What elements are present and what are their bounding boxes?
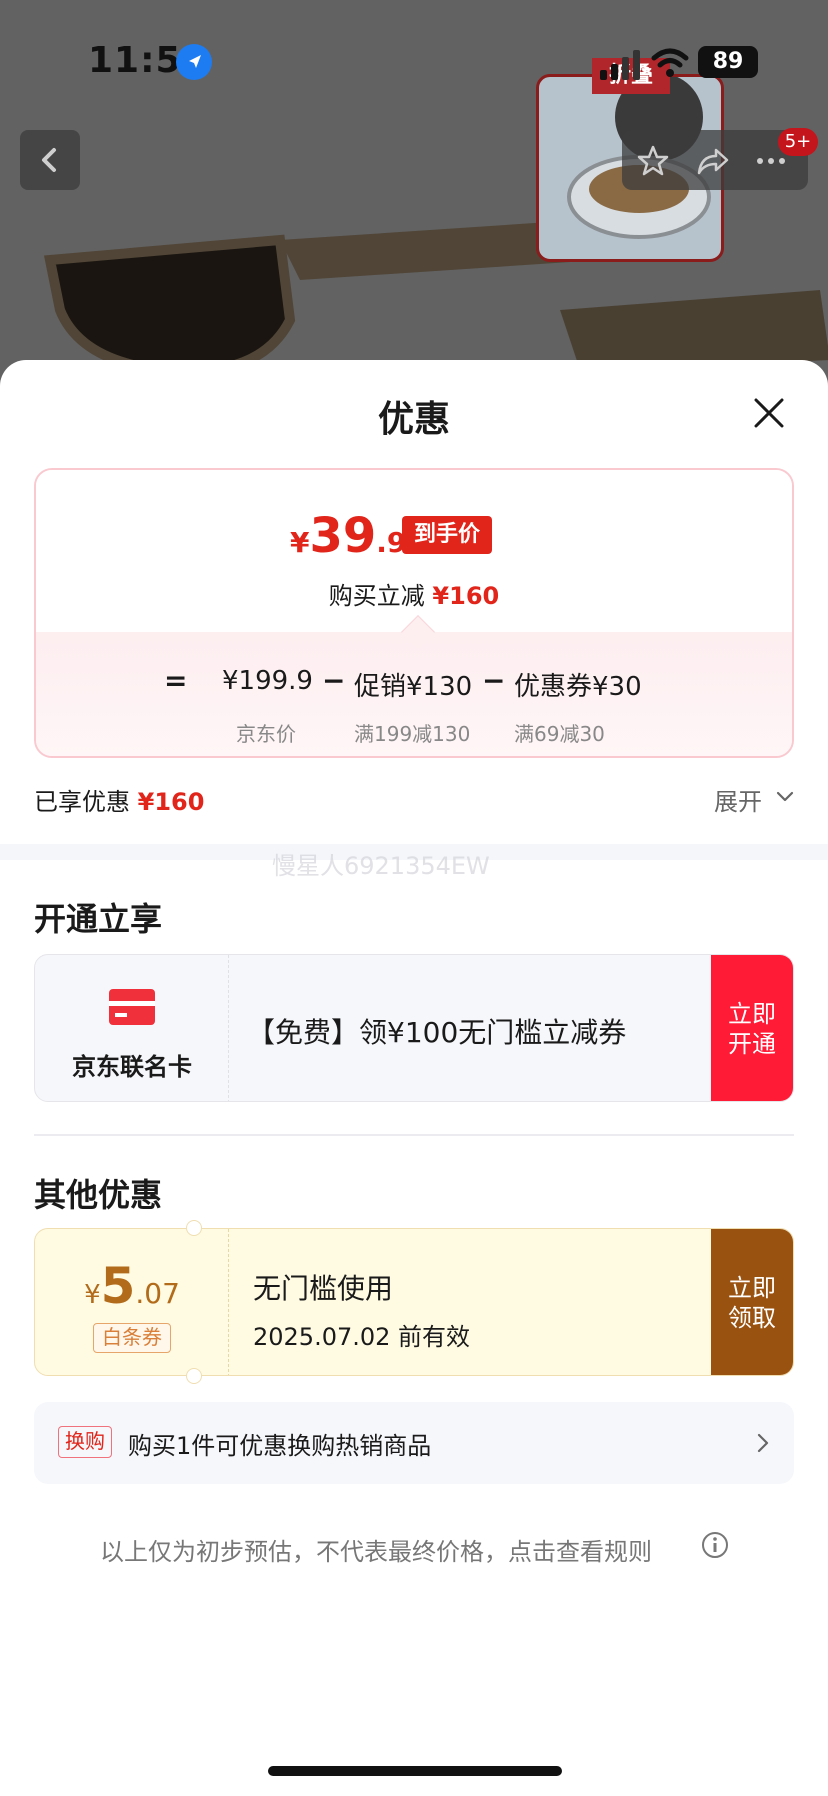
claim-now-line2: 领取 — [728, 1304, 776, 1332]
enjoyed-label: 已享优惠 — [34, 788, 130, 816]
co-brand-card-name: 京东联名卡 — [72, 1053, 192, 1081]
reduce-line: 购买立减 ¥160 — [36, 576, 792, 611]
coupon-currency: ¥ — [84, 1280, 101, 1310]
promo-rule: 满199减130 — [354, 722, 471, 746]
battery-icon: 89 — [698, 46, 758, 78]
exchange-text: 购买1件可优惠换购热销商品 — [128, 1432, 432, 1460]
exchange-tag: 换购 — [58, 1426, 112, 1458]
jd-price-value: ¥199.9 — [222, 666, 313, 696]
coupon-amount-block: ¥5.07 白条券 — [35, 1229, 229, 1375]
chevron-right-icon — [757, 1433, 769, 1453]
coupon-validity: 2025.07.02 前有效 — [253, 1323, 471, 1351]
share-icon[interactable] — [696, 144, 730, 178]
co-brand-card-offer[interactable]: 京东联名卡 【免费】领¥100无门槛立减券 立即 开通 — [34, 954, 794, 1102]
open-section-title: 开通立享 — [34, 900, 163, 938]
claim-now-line1: 立即 — [728, 1274, 776, 1302]
other-section-title: 其他优惠 — [34, 1176, 163, 1214]
equals-sign: = — [164, 664, 188, 697]
enjoyed-discount: 已享优惠 ¥160 — [34, 782, 204, 817]
coupon-decimal: .07 — [135, 1277, 180, 1310]
coupon-value: 优惠券¥30 — [514, 672, 642, 702]
final-price-tag: 到手价 — [402, 516, 493, 554]
expand-button[interactable]: 展开 — [714, 782, 762, 817]
watermark: 慢星人6921354EW — [272, 852, 490, 880]
wifi-icon — [651, 48, 689, 77]
location-icon — [176, 44, 212, 80]
co-brand-card-info: 京东联名卡 — [35, 955, 229, 1101]
close-icon[interactable] — [752, 396, 786, 430]
discount-sheet: 优惠 ¥39.9 到手价 购买立减 ¥160 = ¥199.9 京东价 − 促销… — [0, 360, 828, 1796]
minus-sign: − — [482, 664, 506, 697]
jd-price-label: 京东价 — [236, 722, 296, 746]
coupon-type-badge: 白条券 — [93, 1323, 171, 1353]
coupon-integer: 5 — [100, 1257, 136, 1315]
thin-divider — [34, 1134, 794, 1136]
signal-icon — [600, 50, 640, 80]
notification-badge: 5+ — [778, 128, 818, 156]
coupon-title: 无门槛使用 — [253, 1272, 394, 1305]
co-brand-card-description: 【免费】领¥100无门槛立减券 — [247, 1016, 627, 1049]
coupon-notch-bottom — [186, 1368, 202, 1384]
coupon-rule: 满69减30 — [514, 722, 605, 746]
disclaimer-text[interactable]: 以上仅为初步预估，不代表最终价格，点击查看规则 — [100, 1532, 652, 1567]
back-button[interactable] — [20, 130, 80, 190]
minus-sign: − — [322, 664, 346, 697]
baitiao-coupon[interactable]: ¥5.07 白条券 无门槛使用 2025.07.02 前有效 立即 领取 — [34, 1228, 794, 1376]
sheet-title: 优惠 — [377, 399, 450, 440]
chevron-down-icon[interactable] — [776, 790, 794, 804]
promo-value: 促销¥130 — [354, 672, 473, 702]
exchange-offer-row[interactable]: 换购 购买1件可优惠换购热销商品 — [34, 1402, 794, 1484]
open-now-button[interactable]: 立即 开通 — [711, 955, 793, 1101]
price-summary: ¥39.9 到手价 购买立减 ¥160 — [36, 470, 792, 632]
enjoyed-amount: ¥160 — [137, 788, 205, 816]
open-now-line2: 开通 — [728, 1030, 776, 1058]
chevron-left-icon — [42, 148, 56, 172]
open-now-line1: 立即 — [728, 1000, 776, 1028]
coupon-notch-top — [186, 1220, 202, 1236]
star-icon[interactable] — [636, 144, 670, 178]
claim-now-button[interactable]: 立即 领取 — [711, 1229, 793, 1375]
info-icon[interactable] — [700, 1530, 730, 1560]
final-price-currency: ¥ — [290, 526, 310, 559]
coupon-amount: ¥5.07 — [35, 1257, 229, 1315]
final-price-integer: 39 — [309, 508, 377, 564]
price-breakdown-card: ¥39.9 到手价 购买立减 ¥160 = ¥199.9 京东价 − 促销¥13… — [34, 468, 794, 758]
credit-card-icon — [109, 989, 155, 1025]
status-bar: 11:51 89 — [0, 0, 828, 120]
final-price: ¥39.9 — [290, 508, 406, 564]
home-indicator — [268, 1766, 562, 1776]
reduce-label: 购买立减 — [328, 582, 425, 610]
reduce-amount: ¥160 — [432, 582, 500, 610]
